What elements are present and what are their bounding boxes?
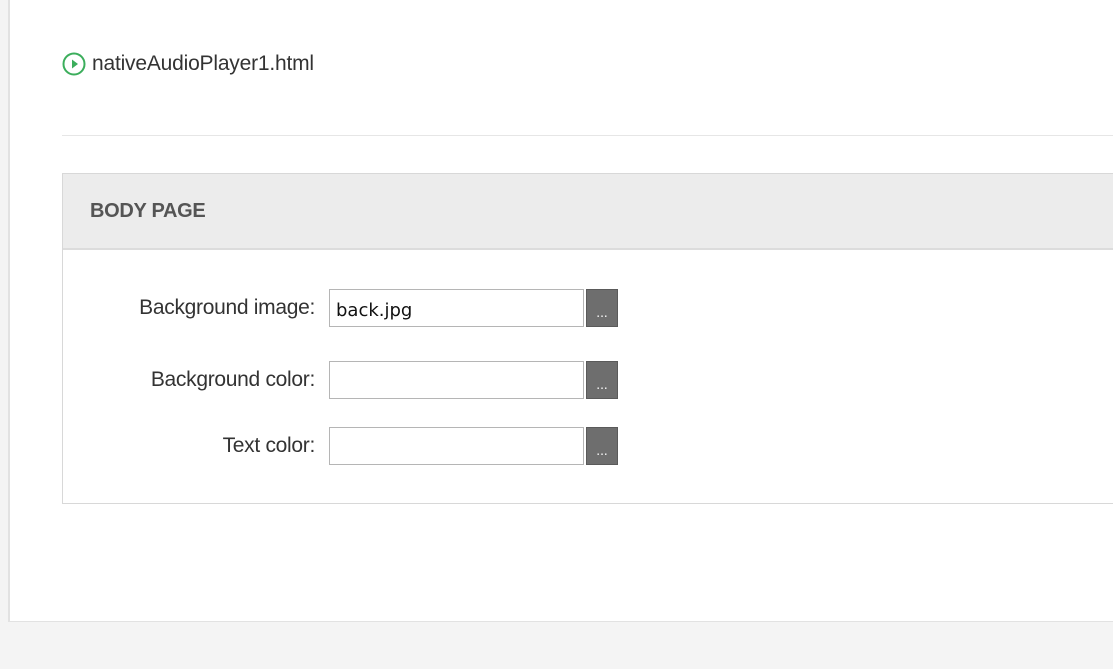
text-color-input[interactable] [329,427,584,465]
text-color-label: Text color: [222,434,316,457]
background-image-row: Background image: ... [63,289,618,327]
background-color-browse-button[interactable]: ... [586,361,618,399]
background-image-label: Background image: [139,296,315,319]
text-color-browse-button[interactable]: ... [586,427,618,465]
background-color-row: Background color: ... [63,361,618,399]
text-color-row: Text color: ... [63,427,618,465]
play-circle-icon [62,52,86,76]
file-link[interactable]: nativeAudioPlayer1.html [62,52,314,76]
file-name: nativeAudioPlayer1.html [92,52,314,75]
background-color-label: Background color: [150,368,315,391]
content-panel: nativeAudioPlayer1.html BODY PAGE Backgr… [8,0,1113,622]
section-header: BODY PAGE [63,174,1113,250]
body-page-section: BODY PAGE Background image: ... Backgrou… [62,173,1113,504]
background-image-input[interactable] [329,289,584,327]
divider [62,135,1113,136]
section-title: BODY PAGE [90,199,206,222]
background-color-input[interactable] [329,361,584,399]
background-image-browse-button[interactable]: ... [586,289,618,327]
